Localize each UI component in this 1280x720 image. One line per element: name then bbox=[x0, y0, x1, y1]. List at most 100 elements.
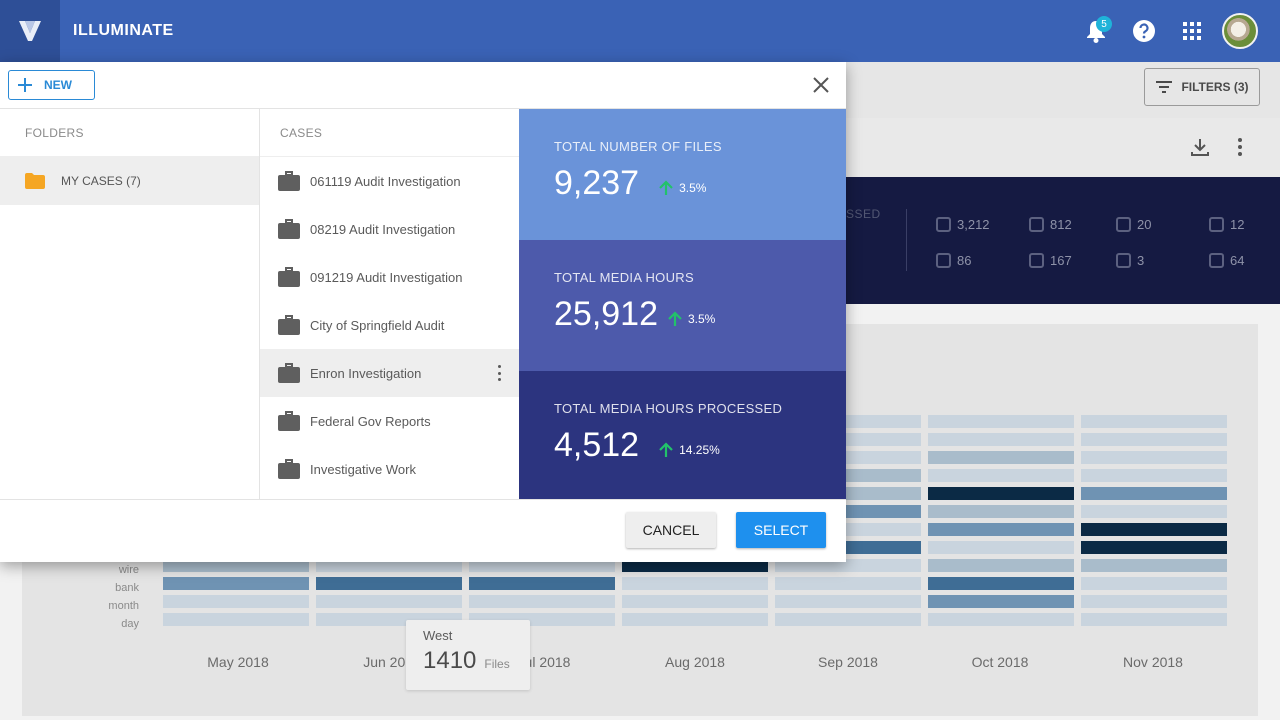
heatmap-cell bbox=[1081, 595, 1227, 608]
redact-icon bbox=[1209, 253, 1224, 268]
stat-value: 25,912 bbox=[554, 295, 658, 333]
apps-button[interactable] bbox=[1168, 0, 1216, 62]
heatmap-cell bbox=[1081, 613, 1227, 626]
case-item-label: Federal Gov Reports bbox=[310, 413, 431, 429]
folder-item-my-cases[interactable]: MY CASES (7) bbox=[0, 157, 259, 205]
month-label: Oct 2018 bbox=[971, 654, 1029, 670]
stat-media-hours-processed: TOTAL MEDIA HOURS PROCESSED 4,512 14.25% bbox=[519, 371, 846, 499]
select-button[interactable]: SELECT bbox=[736, 512, 826, 548]
tooltip-value: 1410 bbox=[423, 647, 477, 674]
month-label: May 2018 bbox=[207, 654, 269, 670]
case-item[interactable]: 061119 Audit Investigation bbox=[260, 157, 519, 205]
case-kebab-icon[interactable] bbox=[495, 365, 503, 381]
folders-column: FOLDERS MY CASES (7) bbox=[0, 109, 260, 499]
kebab-icon[interactable] bbox=[1236, 136, 1244, 158]
audio-icon bbox=[936, 217, 951, 232]
arrow-up-icon bbox=[659, 179, 673, 195]
stat-people: 167 bbox=[1029, 253, 1072, 268]
people-icon bbox=[1029, 253, 1044, 268]
logo-icon bbox=[19, 21, 41, 41]
stat-faces-value: 812 bbox=[1050, 217, 1072, 232]
month-label: Aug 2018 bbox=[665, 654, 725, 670]
case-item[interactable]: 08219 Audit Investigation bbox=[260, 205, 519, 253]
stat-audio-value: 3,212 bbox=[957, 217, 990, 232]
heatmap-cell bbox=[928, 559, 1074, 572]
stat-redact-value: 64 bbox=[1230, 253, 1245, 268]
tooltip-unit: Files bbox=[484, 657, 510, 671]
filter-icon bbox=[1156, 81, 1173, 93]
month-label: Nov 2018 bbox=[1123, 654, 1183, 670]
logo[interactable] bbox=[0, 0, 60, 62]
notification-badge: 5 bbox=[1096, 16, 1112, 32]
stat-badge: 86 bbox=[936, 253, 971, 268]
avatar[interactable] bbox=[1222, 13, 1258, 49]
briefcase-icon bbox=[278, 315, 300, 335]
face-icon bbox=[1029, 217, 1044, 232]
case-item-label: 091219 Audit Investigation bbox=[310, 269, 463, 285]
heatmap-cell bbox=[928, 613, 1074, 626]
heatmap-cell bbox=[1081, 469, 1227, 482]
case-item-label: 061119 Audit Investigation bbox=[310, 173, 461, 189]
case-item-label: Investigative Work bbox=[310, 461, 416, 477]
heatmap-cell bbox=[316, 595, 462, 608]
case-item[interactable]: Federal Gov Reports bbox=[260, 397, 519, 445]
stat-sentiment-value: 3 bbox=[1137, 253, 1145, 268]
stats-column: TOTAL NUMBER OF FILES 9,237 3.5% TOTAL M… bbox=[519, 109, 846, 499]
heatmap-cell bbox=[1081, 451, 1227, 464]
notifications-button[interactable]: 5 bbox=[1072, 0, 1120, 62]
filters-button[interactable]: FILTERS (3) bbox=[1144, 68, 1260, 106]
arrow-up-icon bbox=[668, 310, 682, 326]
case-item-label: City of Springfield Audit bbox=[310, 317, 445, 333]
new-button[interactable]: NEW bbox=[8, 70, 95, 100]
heatmap-cell bbox=[316, 577, 462, 590]
stat-sentiment: 3 bbox=[1116, 253, 1144, 268]
heatmap-cell bbox=[928, 577, 1074, 590]
stat-redact: 64 bbox=[1209, 253, 1244, 268]
heatmap-cell bbox=[1081, 433, 1227, 446]
stat-faces: 812 bbox=[1029, 217, 1072, 232]
stat-value: 4,512 bbox=[554, 426, 640, 464]
stat-media-hours: TOTAL MEDIA HOURS 25,912 3.5% bbox=[519, 240, 846, 371]
heatmap-cell bbox=[928, 415, 1074, 428]
tooltip-row: 1410 Files bbox=[423, 647, 530, 675]
new-button-label: NEW bbox=[44, 78, 72, 92]
heatmap-cell bbox=[928, 433, 1074, 446]
briefcase-icon bbox=[278, 363, 300, 383]
sentiment-icon bbox=[1116, 253, 1131, 268]
folders-header: FOLDERS bbox=[0, 109, 259, 157]
close-button[interactable] bbox=[810, 74, 832, 96]
case-item[interactable]: City of Springfield Audit bbox=[260, 301, 519, 349]
tooltip-region: West bbox=[423, 628, 453, 643]
stat-delta: 14.25% bbox=[659, 441, 720, 458]
stat-delta-value: 3.5% bbox=[679, 180, 707, 195]
case-item[interactable]: Investigative Work bbox=[260, 445, 519, 493]
heatmap-cell bbox=[622, 613, 768, 626]
stat-delta-value: 3.5% bbox=[688, 311, 716, 326]
briefcase-icon bbox=[278, 219, 300, 239]
case-item[interactable]: 091219 Audit Investigation bbox=[260, 253, 519, 301]
case-item-label: Enron Investigation bbox=[310, 365, 422, 381]
help-icon bbox=[1133, 20, 1155, 42]
app-title: ILLUMINATE bbox=[73, 22, 174, 39]
heatmap-cell bbox=[1081, 487, 1227, 500]
heatmap-cell bbox=[1081, 415, 1227, 428]
download-icon[interactable] bbox=[1189, 136, 1211, 158]
cancel-button[interactable]: CANCEL bbox=[626, 512, 716, 548]
help-button[interactable] bbox=[1120, 0, 1168, 62]
stat-title: TOTAL MEDIA HOURS PROCESSED bbox=[554, 401, 783, 416]
row-label-wire: wire bbox=[118, 564, 139, 576]
stats-divider bbox=[906, 209, 907, 271]
stat-row: 9,237 3.5% bbox=[554, 164, 846, 203]
heatmap-cell bbox=[163, 595, 309, 608]
heatmap-cell bbox=[928, 523, 1074, 536]
row-label-month: month bbox=[108, 600, 139, 612]
app-bar-actions: 5 bbox=[1072, 0, 1258, 62]
case-item[interactable]: Enron Investigation bbox=[260, 349, 519, 397]
folder-item-label: MY CASES (7) bbox=[61, 174, 141, 188]
briefcase-icon bbox=[278, 411, 300, 431]
heatmap-cell bbox=[775, 613, 921, 626]
stat-value: 9,237 bbox=[554, 164, 640, 202]
stat-delta-value: 14.25% bbox=[679, 442, 720, 457]
stat-row: 25,912 3.5% bbox=[554, 295, 846, 334]
heatmap-cell bbox=[469, 595, 615, 608]
